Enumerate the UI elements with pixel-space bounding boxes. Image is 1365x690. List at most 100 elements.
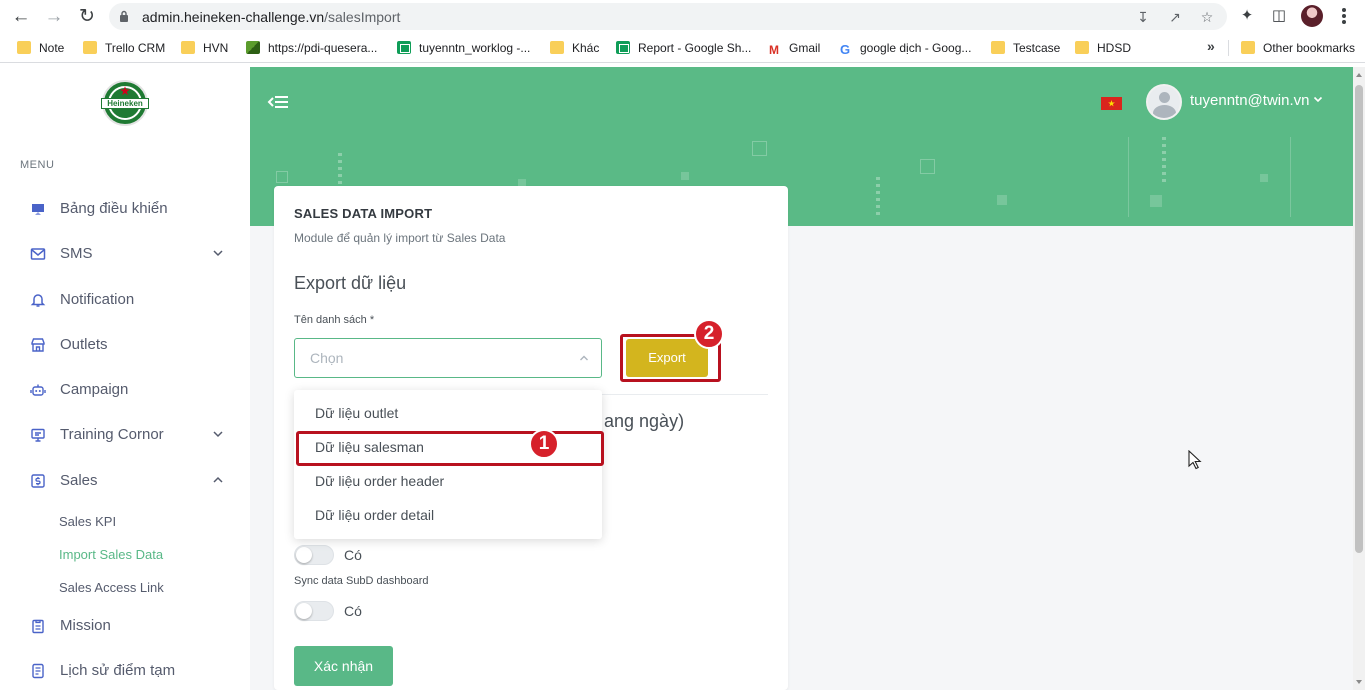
bell-icon [30, 294, 46, 307]
bookmark-hdsd[interactable]: HDSD [1075, 40, 1131, 56]
bookmark-report[interactable]: Report - Google Sh... [616, 40, 751, 56]
sidebar-item-lich-su-diem-tam[interactable]: Lịch sử điểm tạm [0, 653, 250, 689]
profile-avatar[interactable] [1301, 5, 1323, 27]
sheets-icon [397, 41, 411, 54]
chevron-down-icon[interactable] [1313, 94, 1323, 104]
hero-decoration [1128, 137, 1129, 217]
card-title: SALES DATA IMPORT [294, 206, 433, 221]
bookmarks-divider [1228, 40, 1229, 56]
chevron-up-icon [580, 355, 588, 361]
reload-icon[interactable]: ↻ [76, 6, 98, 28]
scroll-down-icon[interactable] [1356, 680, 1362, 684]
extensions-icon[interactable]: ✦ [1237, 6, 1257, 26]
folder-icon [550, 41, 564, 54]
chevron-up-icon [213, 476, 223, 483]
hero-decoration [276, 171, 288, 183]
folder-icon [1241, 41, 1255, 54]
sidebar: Heineken MENU Bảng điều khiển SMS Notifi… [0, 67, 250, 690]
option-order-detail[interactable]: Dữ liệu order detail [315, 507, 434, 523]
hero-decoration [876, 177, 880, 217]
sidebar-item-campaign[interactable]: Campaign [0, 372, 250, 408]
logo-wordmark: Heineken [101, 98, 149, 109]
avatar[interactable] [1146, 84, 1182, 120]
bookmark-other[interactable]: Other bookmarks [1241, 40, 1355, 56]
sidebar-item-label: Bảng điều khiển [60, 200, 168, 217]
bookmark-khac[interactable]: Khác [550, 40, 599, 56]
sidebar-subitem-sales-access-link[interactable]: Sales Access Link [59, 580, 164, 595]
sidebar-item-notification[interactable]: Notification [0, 282, 250, 318]
mail-icon [30, 248, 46, 260]
bookmark-pdi[interactable]: https://pdi-quesera... [246, 40, 377, 56]
lock-icon [120, 10, 128, 22]
google-icon: G [839, 42, 851, 57]
address-bar[interactable]: admin.heineken-challenge.vn/salesImport … [109, 3, 1227, 30]
toggle-knob [296, 547, 312, 563]
annotation-badge-step2: 2 [694, 319, 724, 349]
sidebar-subitem-import-sales-data[interactable]: Import Sales Data [59, 547, 163, 562]
option-toggle[interactable] [294, 545, 334, 565]
hero-decoration [997, 195, 1007, 205]
list-name-select[interactable]: Chọn [294, 338, 602, 378]
bookmark-worklog[interactable]: tuyenntn_worklog -... [397, 40, 530, 56]
collapse-menu-icon[interactable] [267, 93, 289, 111]
annotation-badge-step1: 1 [529, 429, 559, 459]
vietnam-flag-icon[interactable] [1101, 97, 1122, 110]
bookmark-gmail[interactable]: M Gmail [767, 40, 820, 57]
star-icon[interactable]: ☆ [1198, 8, 1216, 26]
option-outlet[interactable]: Dữ liệu outlet [315, 405, 398, 421]
bookmark-hvn[interactable]: HVN [181, 40, 228, 56]
heineken-logo[interactable]: Heineken [101, 80, 149, 126]
sidebar-item-sms[interactable]: SMS [0, 236, 250, 272]
sidebar-subitem-sales-kpi[interactable]: Sales KPI [59, 514, 116, 529]
avatar-head [1159, 92, 1170, 103]
sidebar-item-label: SMS [60, 245, 93, 262]
hero-decoration [1150, 195, 1162, 207]
bookmark-trello-crm[interactable]: Trello CRM [83, 40, 165, 56]
confirm-button[interactable]: Xác nhận [294, 646, 393, 686]
sidebar-item-label: Sales [60, 472, 98, 489]
sidebar-item-sales[interactable]: Sales [0, 463, 250, 499]
robot-icon [30, 384, 46, 396]
side-panel-icon[interactable]: ◫ [1269, 6, 1289, 26]
import-section-title: ang ngày) [604, 411, 685, 431]
presentation-icon [31, 428, 45, 442]
page-scrollbar[interactable] [1353, 67, 1365, 690]
clipboard-icon [32, 619, 44, 634]
chevron-down-icon [213, 250, 223, 257]
scrollbar-thumb[interactable] [1355, 85, 1363, 553]
hero-decoration [1290, 137, 1291, 217]
bookmark-testcase[interactable]: Testcase [991, 40, 1060, 56]
bookmarks-overflow-icon[interactable]: » [1207, 38, 1215, 54]
sidebar-item-dashboard[interactable]: Bảng điều khiển [0, 191, 250, 227]
more-menu-icon[interactable] [1334, 5, 1354, 27]
sidebar-item-label: Lịch sử điểm tạm [60, 662, 176, 679]
hero-decoration [920, 159, 935, 174]
menu-title: MENU [20, 159, 55, 171]
sidebar-item-label: Training Cornor [60, 426, 164, 443]
toggle-label: Có [344, 547, 362, 563]
folder-icon [181, 41, 195, 54]
back-icon[interactable]: ← [10, 6, 32, 28]
bookmarks-bar: Note Trello CRM HVN https://pdi-quesera.… [0, 33, 1365, 63]
folder-icon [991, 41, 1005, 54]
sidebar-item-training-cornor[interactable]: Training Cornor [0, 417, 250, 453]
forward-icon[interactable]: → [43, 6, 65, 28]
sync-subd-toggle[interactable] [294, 601, 334, 621]
sidebar-item-label: Campaign [60, 381, 129, 398]
card-subtitle: Module để quản lý import từ Sales Data [294, 231, 506, 245]
user-name[interactable]: tuyenntn@twin.vn [1190, 92, 1309, 109]
bookmark-note[interactable]: Note [17, 40, 64, 56]
sidebar-item-label: Notification [60, 291, 135, 308]
sidebar-item-mission[interactable]: Mission [0, 608, 250, 644]
bookmark-google-dich[interactable]: Ggoogle dịch - Goog... [838, 40, 971, 56]
folder-icon [83, 41, 97, 54]
browser-toolbar: ← → ↻ admin.heineken-challenge.vn/salesI… [0, 0, 1365, 33]
option-order-header[interactable]: Dữ liệu order header [315, 473, 444, 489]
install-icon[interactable]: ↧ [1134, 8, 1152, 26]
share-icon[interactable]: ↗ [1166, 8, 1184, 26]
hero-decoration [681, 172, 689, 180]
pdi-icon [246, 41, 260, 54]
sidebar-item-outlets[interactable]: Outlets [0, 327, 250, 363]
select-placeholder: Chọn [310, 350, 344, 366]
scroll-up-icon[interactable] [1356, 73, 1362, 77]
